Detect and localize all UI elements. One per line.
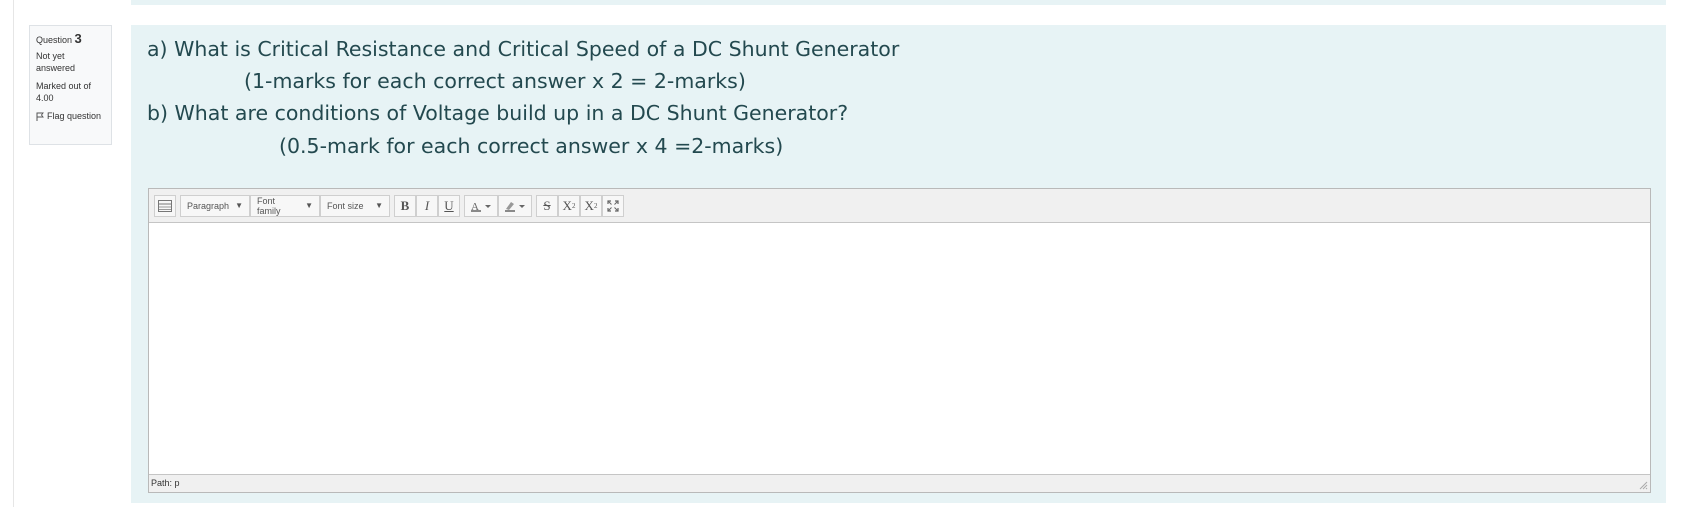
fullscreen-icon: [607, 199, 619, 212]
question-part-b: b) What are conditions of Voltage build …: [147, 101, 849, 125]
flag-question-label: Flag question: [47, 111, 102, 121]
previous-question-edge: [131, 0, 1666, 5]
text-color-button[interactable]: A: [464, 194, 498, 217]
flag-icon: [36, 112, 44, 121]
fullscreen-button[interactable]: [602, 194, 624, 217]
underline-button[interactable]: U: [438, 194, 460, 217]
editor-toolbar: Paragraph ▼ Font family ▼ Font size ▼ B …: [149, 189, 1650, 223]
question-info-panel: Question 3 Not yet answered Marked out o…: [29, 25, 112, 145]
flag-question-link[interactable]: Flag question: [36, 110, 105, 122]
font-family-select-label: Font family: [257, 195, 281, 216]
superscript-base: X: [584, 197, 594, 213]
font-size-select[interactable]: Font size ▼: [320, 194, 390, 217]
font-family-chevron-down-icon: ▼: [305, 201, 313, 210]
background-color-button[interactable]: [498, 194, 532, 217]
answer-textarea[interactable]: [149, 223, 1650, 474]
page-left-border: [13, 0, 14, 507]
question-number: Question 3: [36, 31, 105, 46]
question-part-a: a) What is Critical Resistance and Criti…: [147, 37, 900, 61]
text-color-icon: A: [471, 201, 491, 212]
kitchen-sink-icon: [158, 199, 172, 212]
format-select-label: Paragraph: [187, 200, 230, 211]
resize-handle-icon[interactable]: [1638, 480, 1648, 490]
answer-editor: Paragraph ▼ Font family ▼ Font size ▼ B …: [148, 188, 1651, 493]
question-part-a-marks: (1-marks for each correct answer x 2 = 2…: [244, 69, 746, 93]
format-select[interactable]: Paragraph ▼: [180, 194, 250, 217]
bold-button[interactable]: B: [394, 194, 416, 217]
background-color-icon: [505, 201, 525, 212]
font-family-select[interactable]: Font family ▼: [250, 194, 320, 217]
subscript-button[interactable]: X2: [558, 194, 580, 217]
superscript-mark: 2: [593, 201, 598, 210]
editor-statusbar: Path: p: [149, 474, 1650, 492]
question-grade: Marked out of 4.00: [36, 81, 92, 103]
question-label: Question: [36, 35, 73, 45]
subscript-mark: 2: [571, 201, 576, 210]
element-path: Path: p: [151, 478, 180, 488]
font-size-select-label: Font size: [327, 200, 364, 211]
question-part-b-marks: (0.5-mark for each correct answer x 4 =2…: [279, 134, 784, 158]
strikethrough-button[interactable]: S: [536, 194, 558, 217]
italic-button[interactable]: I: [416, 194, 438, 217]
font-size-chevron-down-icon: ▼: [375, 201, 383, 210]
question-number-value: 3: [74, 31, 82, 46]
question-state: Not yet answered: [36, 51, 76, 73]
subscript-base: X: [562, 197, 572, 213]
toolbar-toggle-button[interactable]: [154, 194, 176, 217]
format-chevron-down-icon: ▼: [235, 201, 243, 210]
superscript-button[interactable]: X2: [580, 194, 602, 217]
